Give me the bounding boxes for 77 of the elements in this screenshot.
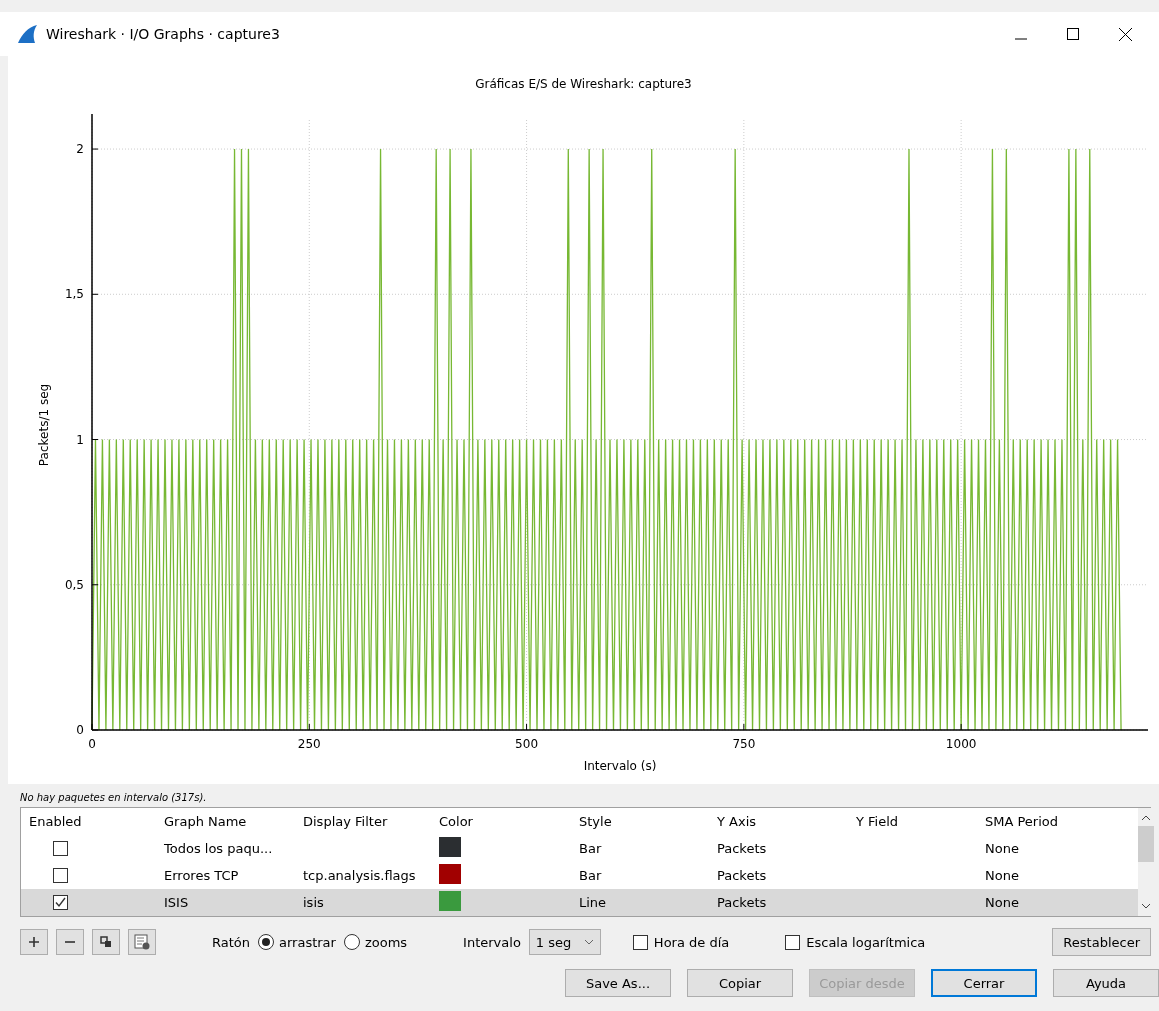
- checkbox[interactable]: [632, 934, 648, 950]
- close-icon[interactable]: [1118, 27, 1132, 41]
- time-of-day-checkbox[interactable]: Hora de día: [632, 934, 730, 950]
- table-row[interactable]: Todos los paqu... Bar Packets None: [21, 835, 1138, 862]
- dialog-button[interactable]: Save As...: [565, 969, 671, 997]
- column-header[interactable]: Graph Name: [156, 814, 295, 829]
- column-header[interactable]: Enabled: [21, 814, 156, 829]
- column-header[interactable]: Display Filter: [295, 814, 431, 829]
- remove-button[interactable]: [56, 929, 84, 955]
- y-tick-label: 2: [76, 142, 84, 157]
- color-swatch[interactable]: [439, 837, 461, 857]
- dialog-button[interactable]: Ayuda: [1053, 969, 1159, 997]
- window-title: Wireshark · I/O Graphs · capture3: [46, 26, 281, 42]
- x-tick-label: 750: [732, 737, 756, 751]
- interval-label: Intervalo: [463, 934, 521, 950]
- table-cell-text: ISIS: [163, 895, 190, 910]
- maximize-icon[interactable]: [1067, 28, 1079, 40]
- table-cell-text: Packets: [716, 868, 768, 883]
- x-tick-label: 0: [88, 737, 96, 751]
- table-cell-text: None: [984, 868, 1020, 883]
- clear-button[interactable]: [128, 929, 156, 955]
- dialog-button[interactable]: Copiar: [687, 969, 793, 997]
- shark-fin-icon: [16, 24, 38, 44]
- copy-icon: [100, 936, 112, 948]
- status-message: No hay paquetes en intervalo (317s).: [19, 791, 208, 805]
- plus-icon: [29, 937, 39, 947]
- interval-dropdown[interactable]: 1 seg: [528, 929, 601, 955]
- mouse-mode-radio[interactable]: zooms: [343, 934, 408, 950]
- table-cell-text: Errores TCP: [163, 868, 240, 883]
- log-scale-checkbox[interactable]: Escala logarítmica: [785, 934, 926, 950]
- y-tick-label: 0: [76, 723, 84, 737]
- color-swatch[interactable]: [439, 864, 461, 884]
- scroll-down-icon[interactable]: [1141, 902, 1151, 910]
- checkbox[interactable]: [53, 895, 68, 910]
- table-cell-text: None: [984, 895, 1020, 910]
- y-tick-label: 1,5: [64, 287, 84, 302]
- x-tick-label: 1000: [945, 737, 977, 751]
- table-row[interactable]: Errores TCP tcp.analysis.flags Bar Packets None: [21, 862, 1138, 889]
- mouse-mode-radio[interactable]: arrastrar: [258, 934, 336, 950]
- column-header[interactable]: SMA Period: [977, 814, 1138, 829]
- radio-indicator[interactable]: [258, 934, 274, 950]
- table-cell-text: isis: [302, 895, 325, 910]
- table-cell-text: Packets: [716, 895, 768, 910]
- add-button[interactable]: [20, 929, 48, 955]
- x-tick-label: 500: [515, 737, 538, 751]
- caret-icon: [583, 939, 594, 945]
- mouse-label: Ratón: [212, 934, 250, 950]
- table-cell-text: Bar: [578, 841, 603, 856]
- x-tick-label: 250: [297, 737, 321, 751]
- table-cell-text: None: [984, 841, 1020, 856]
- column-header[interactable]: Color: [431, 814, 571, 829]
- scroll-up-icon[interactable]: [1141, 814, 1151, 822]
- y-tick-label: 0,5: [64, 577, 84, 592]
- table-cell-text: Bar: [578, 868, 603, 883]
- x-axis-title: Intervalo (s): [583, 759, 657, 773]
- column-header[interactable]: Y Field: [848, 814, 977, 829]
- table-cell-text: Line: [578, 895, 608, 910]
- checkbox[interactable]: [785, 934, 801, 950]
- dialog-button[interactable]: Cerrar: [931, 969, 1037, 997]
- duplicate-button[interactable]: [92, 929, 120, 955]
- y-axis-title: Packets/1 seg: [37, 383, 51, 467]
- y-tick-label: 1: [76, 432, 84, 447]
- table-cell-text: Todos los paqu...: [163, 841, 274, 856]
- scrollbar[interactable]: [1138, 808, 1154, 916]
- table-row[interactable]: ISIS isis Line Packets None: [21, 889, 1138, 916]
- column-header[interactable]: Style: [571, 814, 709, 829]
- checkbox[interactable]: [53, 841, 68, 856]
- clear-list-icon: [134, 934, 150, 950]
- table-cell-text: Packets: [716, 841, 768, 856]
- chart-title: Gráficas E/S de Wireshark: capture3: [475, 77, 692, 91]
- table-cell-text: tcp.analysis.flags: [302, 868, 417, 883]
- column-header[interactable]: Y Axis: [709, 814, 848, 829]
- reset-button[interactable]: Restablecer: [1052, 928, 1151, 956]
- color-swatch[interactable]: [439, 891, 461, 911]
- checkbox[interactable]: [53, 868, 68, 883]
- minus-icon: [65, 941, 75, 943]
- radio-indicator[interactable]: [343, 934, 360, 950]
